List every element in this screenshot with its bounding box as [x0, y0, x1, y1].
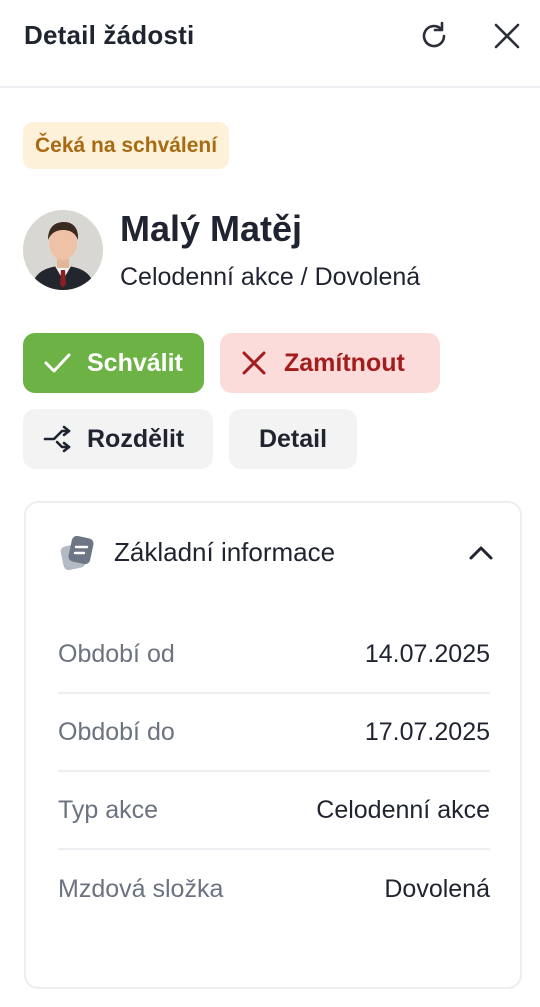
- split-label: Rozdělit: [87, 424, 185, 453]
- refresh-icon: [422, 21, 446, 48]
- detail-label: Detail: [258, 424, 328, 453]
- panel-title: Detail žádosti: [24, 20, 195, 50]
- info-row-wage-component: Mzdová složka Dovolená: [58, 850, 490, 928]
- refresh-button[interactable]: [414, 16, 454, 56]
- info-label: Období do: [58, 717, 175, 746]
- approve-button[interactable]: Schválit: [23, 333, 204, 393]
- info-label: Typ akce: [58, 795, 159, 824]
- panel-header: Detail žádosti: [0, 0, 540, 88]
- info-value: 17.07.2025: [364, 717, 490, 746]
- info-label: Mzdová složka: [58, 874, 224, 903]
- approve-label: Schválit: [87, 348, 183, 377]
- info-value: 14.07.2025: [364, 639, 490, 668]
- close-icon: [238, 347, 270, 379]
- info-row-period-to: Období do 17.07.2025: [58, 694, 490, 772]
- close-icon: [494, 23, 520, 49]
- status-badge: Čeká na schválení: [23, 122, 230, 169]
- info-row-period-from: Období od 14.07.2025: [58, 616, 490, 694]
- chevron-up-icon: [469, 546, 493, 560]
- documents-icon: [60, 535, 94, 571]
- reject-button[interactable]: Zamítnout: [220, 333, 440, 393]
- close-button[interactable]: [487, 16, 527, 56]
- detail-button[interactable]: Detail: [229, 409, 357, 469]
- info-value: Celodenní akce: [316, 795, 490, 824]
- info-row-action-type: Typ akce Celodenní akce: [58, 772, 490, 850]
- avatar: [23, 210, 103, 290]
- split-arrows-icon: [41, 423, 73, 455]
- check-icon: [41, 347, 73, 379]
- basic-info-title: Základní informace: [114, 537, 336, 567]
- request-type: Celodenní akce / Dovolená: [120, 263, 421, 291]
- reject-label: Zamítnout: [284, 348, 405, 377]
- info-label: Období od: [58, 639, 175, 668]
- split-button[interactable]: Rozdělit: [23, 409, 213, 469]
- basic-info-card: Základní informace Období od 14.07.2025 …: [24, 501, 522, 989]
- info-value: Dovolená: [384, 874, 490, 903]
- employee-name: Malý Matěj: [120, 208, 303, 249]
- basic-info-toggle[interactable]: Základní informace: [26, 503, 520, 603]
